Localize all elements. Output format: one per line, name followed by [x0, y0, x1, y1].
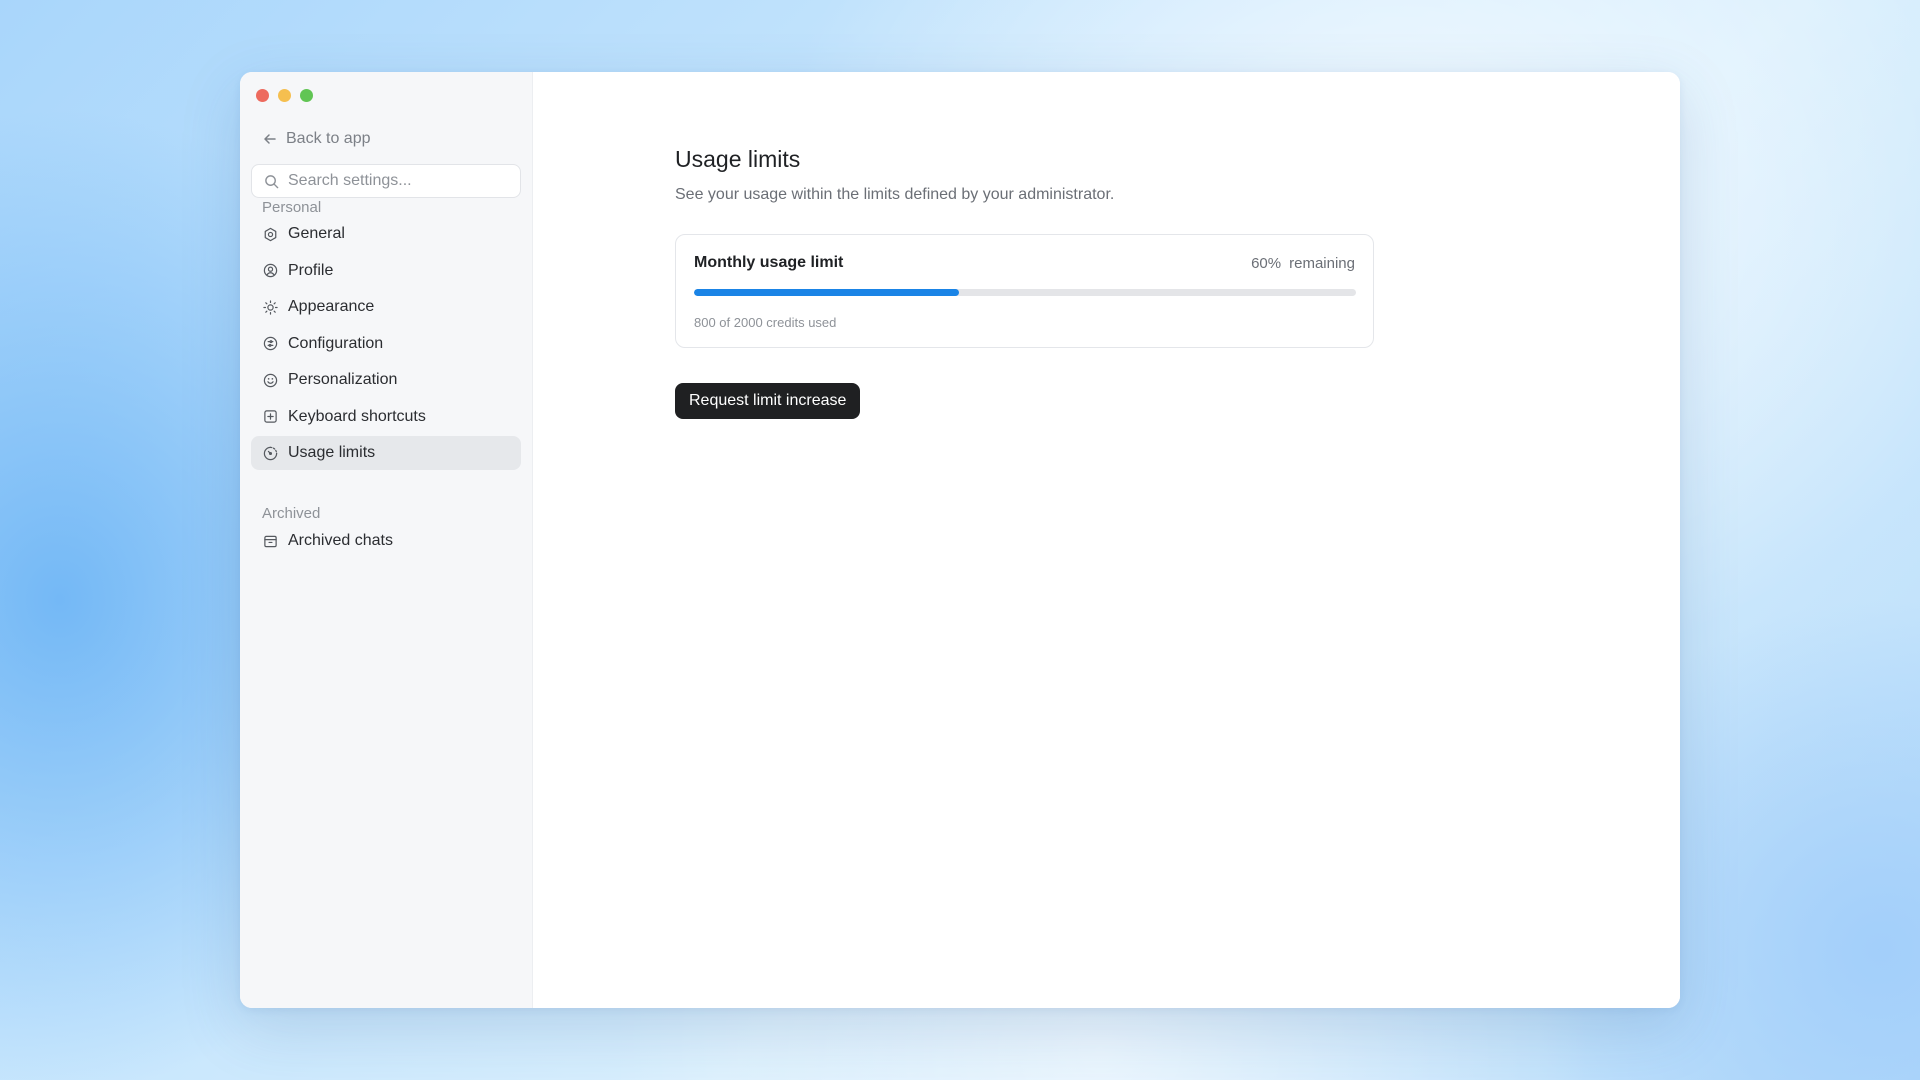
sliders-icon	[263, 336, 278, 351]
sun-icon	[263, 299, 278, 315]
usage-remaining: 60% remaining	[1251, 255, 1355, 272]
sidebar-item-label: Keyboard shortcuts	[288, 407, 426, 425]
usage-progress-bar	[694, 289, 1356, 296]
section-label-archived: Archived	[262, 505, 321, 522]
section-label-personal: Personal	[262, 199, 322, 216]
settings-main-panel: Usage limits See your usage within the l…	[533, 72, 1680, 1008]
smile-icon	[263, 373, 278, 387]
remaining-label: remaining	[1289, 255, 1355, 272]
window-controls	[256, 89, 313, 102]
personal-nav-list: General Profile Appearance Configuration…	[251, 217, 521, 473]
sidebar-item-general[interactable]: General	[251, 217, 521, 251]
credits-used-text: 800 of 2000 credits used	[694, 315, 837, 330]
sidebar-item-label: Profile	[288, 261, 334, 279]
user-circle-icon	[263, 263, 278, 278]
page-subtitle: See your usage within the limits defined…	[675, 186, 1115, 203]
sidebar-item-keyboard-shortcuts[interactable]: Keyboard shortcuts	[251, 400, 521, 434]
settings-window: Back to app Personal General	[240, 72, 1680, 1008]
search-icon	[265, 174, 279, 188]
gear-icon	[264, 227, 277, 241]
archived-nav-list: Archived chats	[251, 524, 521, 561]
sidebar-item-label: Personalization	[288, 371, 398, 388]
sidebar-item-label: Archived chats	[288, 532, 393, 549]
minimize-window-button[interactable]	[278, 89, 291, 102]
settings-sidebar: Back to app Personal General	[240, 72, 533, 1008]
sidebar-item-label: General	[288, 225, 345, 242]
sidebar-item-archived-chats[interactable]: Archived chats	[251, 524, 521, 558]
monthly-usage-card: Monthly usage limit 60% remaining 800 of…	[675, 234, 1374, 348]
usage-card-title: Monthly usage limit	[694, 254, 844, 271]
sidebar-item-configuration[interactable]: Configuration	[251, 327, 521, 361]
sidebar-item-label: Usage limits	[288, 444, 376, 461]
usage-progress-fill	[694, 289, 959, 296]
keyboard-icon	[264, 410, 277, 423]
search-settings-input[interactable]	[288, 172, 508, 190]
search-settings-box[interactable]	[251, 164, 521, 198]
gauge-icon	[263, 446, 278, 460]
arrow-left-icon	[264, 134, 276, 144]
sidebar-item-label: Configuration	[288, 334, 384, 352]
sidebar-item-usage-limits[interactable]: Usage limits	[251, 436, 521, 470]
sidebar-item-appearance[interactable]: Appearance	[251, 290, 521, 324]
maximize-window-button[interactable]	[300, 89, 313, 102]
page-title: Usage limits	[675, 146, 801, 172]
archive-icon	[264, 535, 277, 547]
back-to-app-label: Back to app	[286, 130, 371, 147]
sidebar-item-personalization[interactable]: Personalization	[251, 363, 521, 397]
sidebar-item-label: Appearance	[288, 298, 375, 315]
close-window-button[interactable]	[256, 89, 269, 102]
remaining-percent: 60%	[1251, 255, 1282, 272]
back-to-app-link[interactable]: Back to app	[262, 130, 371, 148]
request-limit-increase-button[interactable]: Request limit increase	[675, 383, 861, 419]
sidebar-item-profile[interactable]: Profile	[251, 254, 521, 288]
